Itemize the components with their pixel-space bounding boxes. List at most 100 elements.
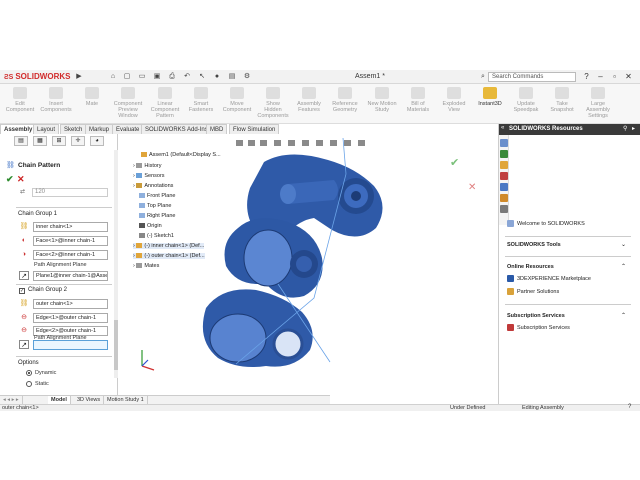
spacing-field[interactable]: 120 <box>32 188 108 197</box>
dimxpert-tab-icon[interactable]: ✛ <box>71 136 85 146</box>
options-header[interactable]: Options <box>18 360 39 366</box>
search-commands-input[interactable]: Search Commands <box>488 72 576 82</box>
view-orientation-icon <box>288 140 295 146</box>
status-help-icon[interactable]: ? <box>628 404 631 410</box>
tree-item-mates[interactable]: › Mates <box>133 263 159 269</box>
tree-item-annotations[interactable]: › Annotations <box>133 183 173 189</box>
view-palette-tab-icon[interactable] <box>500 172 508 180</box>
ribbon-button-15[interactable]: Take Snapshot <box>546 87 578 123</box>
display-manager-tab-icon[interactable]: ◕ <box>90 136 104 146</box>
ribbon-button-2[interactable]: Mate <box>76 87 108 123</box>
ribbon-button-3[interactable]: Component Preview Window <box>112 87 144 123</box>
open-folder-icon[interactable]: ▭ <box>137 72 147 81</box>
forum-tab-icon[interactable] <box>500 205 508 213</box>
graphics-viewport[interactable]: ✔ ✕ <box>118 134 498 395</box>
tree-item-inner-chain[interactable]: › (-) inner chain<1> (Def... <box>133 243 205 249</box>
design-library-tab-icon[interactable] <box>500 150 508 158</box>
pin-pane-icon[interactable]: ⚲ <box>623 125 627 132</box>
tab-layout[interactable]: Layout <box>33 124 60 134</box>
group1-plane-field[interactable]: Plane1@inner chain-1@Asse <box>33 271 108 281</box>
ribbon-button-10[interactable]: New Motion Study <box>366 87 398 123</box>
close-button[interactable]: ✕ <box>624 71 633 82</box>
chain-group-2-checkbox[interactable]: ✓ <box>19 288 25 294</box>
save-icon[interactable]: ▣ <box>152 72 162 81</box>
appearances-tab-icon[interactable] <box>500 183 508 191</box>
tab-addins[interactable]: SOLIDWORKS Add-Ins <box>141 124 212 134</box>
tree-item-origin[interactable]: Origin <box>139 223 162 229</box>
chevron-down-icon[interactable]: ⌄ <box>621 241 626 248</box>
configuration-manager-tab-icon[interactable]: ⊞ <box>52 136 66 146</box>
rebuild-icon[interactable]: ● <box>212 72 222 81</box>
ribbon-button-12[interactable]: Exploded View <box>438 87 470 123</box>
options-gear-icon[interactable]: ⚙ <box>242 72 252 81</box>
tab-evaluate[interactable]: Evaluate <box>112 124 144 134</box>
tab-mbd[interactable]: MBD <box>206 124 228 134</box>
tree-item-sketch1[interactable]: (-) Sketch1 <box>139 233 174 239</box>
dynamic-radio[interactable] <box>26 370 32 376</box>
tab-markup[interactable]: Markup <box>85 124 114 134</box>
property-manager-tab-icon[interactable]: ▦ <box>33 136 47 146</box>
resources-tab-icon[interactable] <box>500 139 508 147</box>
ok-button[interactable]: ✔ <box>6 174 16 184</box>
chevron-up-icon[interactable]: ⌃ <box>621 263 626 270</box>
search-icon[interactable]: ⌕ <box>478 72 488 81</box>
marketplace-link[interactable]: 3DEXPERIENCE Marketplace <box>517 276 591 282</box>
restore-button[interactable]: ▫ <box>610 71 619 82</box>
hide-show-items-icon <box>316 140 323 146</box>
tree-item-top-plane[interactable]: Top Plane <box>139 203 171 209</box>
print-icon[interactable]: ⎙ <box>167 72 177 81</box>
feature-manager-tab-icon[interactable]: ▤ <box>14 136 28 146</box>
tree-item-history[interactable]: › History <box>133 163 162 169</box>
tree-item-front-plane[interactable]: Front Plane <box>139 193 175 199</box>
static-radio[interactable] <box>26 381 32 387</box>
menu-arrow-icon[interactable]: ▶ <box>74 72 84 81</box>
ribbon-button-14[interactable]: Update Speedpak <box>510 87 542 123</box>
undo-icon[interactable]: ↶ <box>182 72 192 81</box>
subscription-section-header[interactable]: Subscription Services <box>507 313 565 319</box>
tab-sketch[interactable]: Sketch <box>60 124 87 134</box>
welcome-link[interactable]: Welcome to SOLIDWORKS <box>517 221 585 227</box>
pane-close-icon[interactable]: ▸ <box>632 125 635 132</box>
minimize-button[interactable]: – <box>596 71 605 82</box>
group1-path-field[interactable]: inner chain<1> <box>33 222 108 232</box>
new-document-icon[interactable]: ▢ <box>122 72 132 81</box>
partner-solutions-link[interactable]: Partner Solutions <box>517 289 559 295</box>
ribbon-button-11[interactable]: Bill of Materials <box>402 87 434 123</box>
tab-flow-simulation[interactable]: Flow Simulation <box>229 124 280 134</box>
ribbon-button-13[interactable]: Instant3D <box>474 87 506 123</box>
ribbon-button-8[interactable]: Assembly Features <box>293 87 325 123</box>
chain-group-1-header[interactable]: Chain Group 1 <box>18 211 57 217</box>
help-icon[interactable]: ? <box>582 71 591 82</box>
group2-plane-field[interactable] <box>33 340 108 350</box>
chevron-up-icon[interactable]: ⌃ <box>621 312 626 319</box>
custom-properties-tab-icon[interactable] <box>500 194 508 202</box>
home-icon[interactable]: ⌂ <box>108 72 118 81</box>
tree-item-outer-chain[interactable]: › (-) outer chain<1> (Def... <box>133 253 205 259</box>
cancel-button[interactable]: ✕ <box>17 174 27 184</box>
tab-assembly[interactable]: Assembly <box>0 124 37 134</box>
ribbon-button-1[interactable]: Insert Components <box>40 87 72 123</box>
tree-root-assembly[interactable]: Assem1 (Default<Display S... <box>141 152 221 158</box>
ribbon-button-16[interactable]: Large Assembly Settings <box>582 87 614 123</box>
ribbon-button-7[interactable]: Show Hidden Components <box>257 87 289 123</box>
ribbon-button-9[interactable]: Reference Geometry <box>329 87 361 123</box>
online-section-header[interactable]: Online Resources <box>507 264 554 270</box>
file-explorer-tab-icon[interactable] <box>500 161 508 169</box>
group1-face1-field[interactable]: Face<1>@inner chain-1 <box>33 236 108 246</box>
tree-item-sensors[interactable]: › Sensors <box>133 173 165 179</box>
ribbon-button-5[interactable]: Smart Fasteners <box>185 87 217 123</box>
group1-face2-field[interactable]: Face<2>@inner chain-1 <box>33 250 108 260</box>
file-properties-icon[interactable]: ▤ <box>227 72 237 81</box>
chain-model-3d[interactable]: ✔ ✕ <box>118 134 498 395</box>
select-arrow-icon[interactable]: ↖ <box>197 72 207 81</box>
collapse-pane-icon[interactable]: « <box>501 125 504 131</box>
subscription-link[interactable]: Subscription Services <box>517 325 570 331</box>
group2-edge1-field[interactable]: Edge<1>@outer chain-1 <box>33 313 108 323</box>
ribbon-button-6[interactable]: Move Component <box>221 87 253 123</box>
tools-section-header[interactable]: SOLIDWORKS Tools <box>507 242 561 248</box>
ribbon-button-0[interactable]: Edit Component <box>4 87 36 123</box>
ribbon-button-4[interactable]: Linear Component Pattern <box>149 87 181 123</box>
tree-item-right-plane[interactable]: Right Plane <box>139 213 175 219</box>
group2-path-field[interactable]: outer chain<1> <box>33 299 108 309</box>
ribbon-button-label: Move Component <box>222 101 252 113</box>
